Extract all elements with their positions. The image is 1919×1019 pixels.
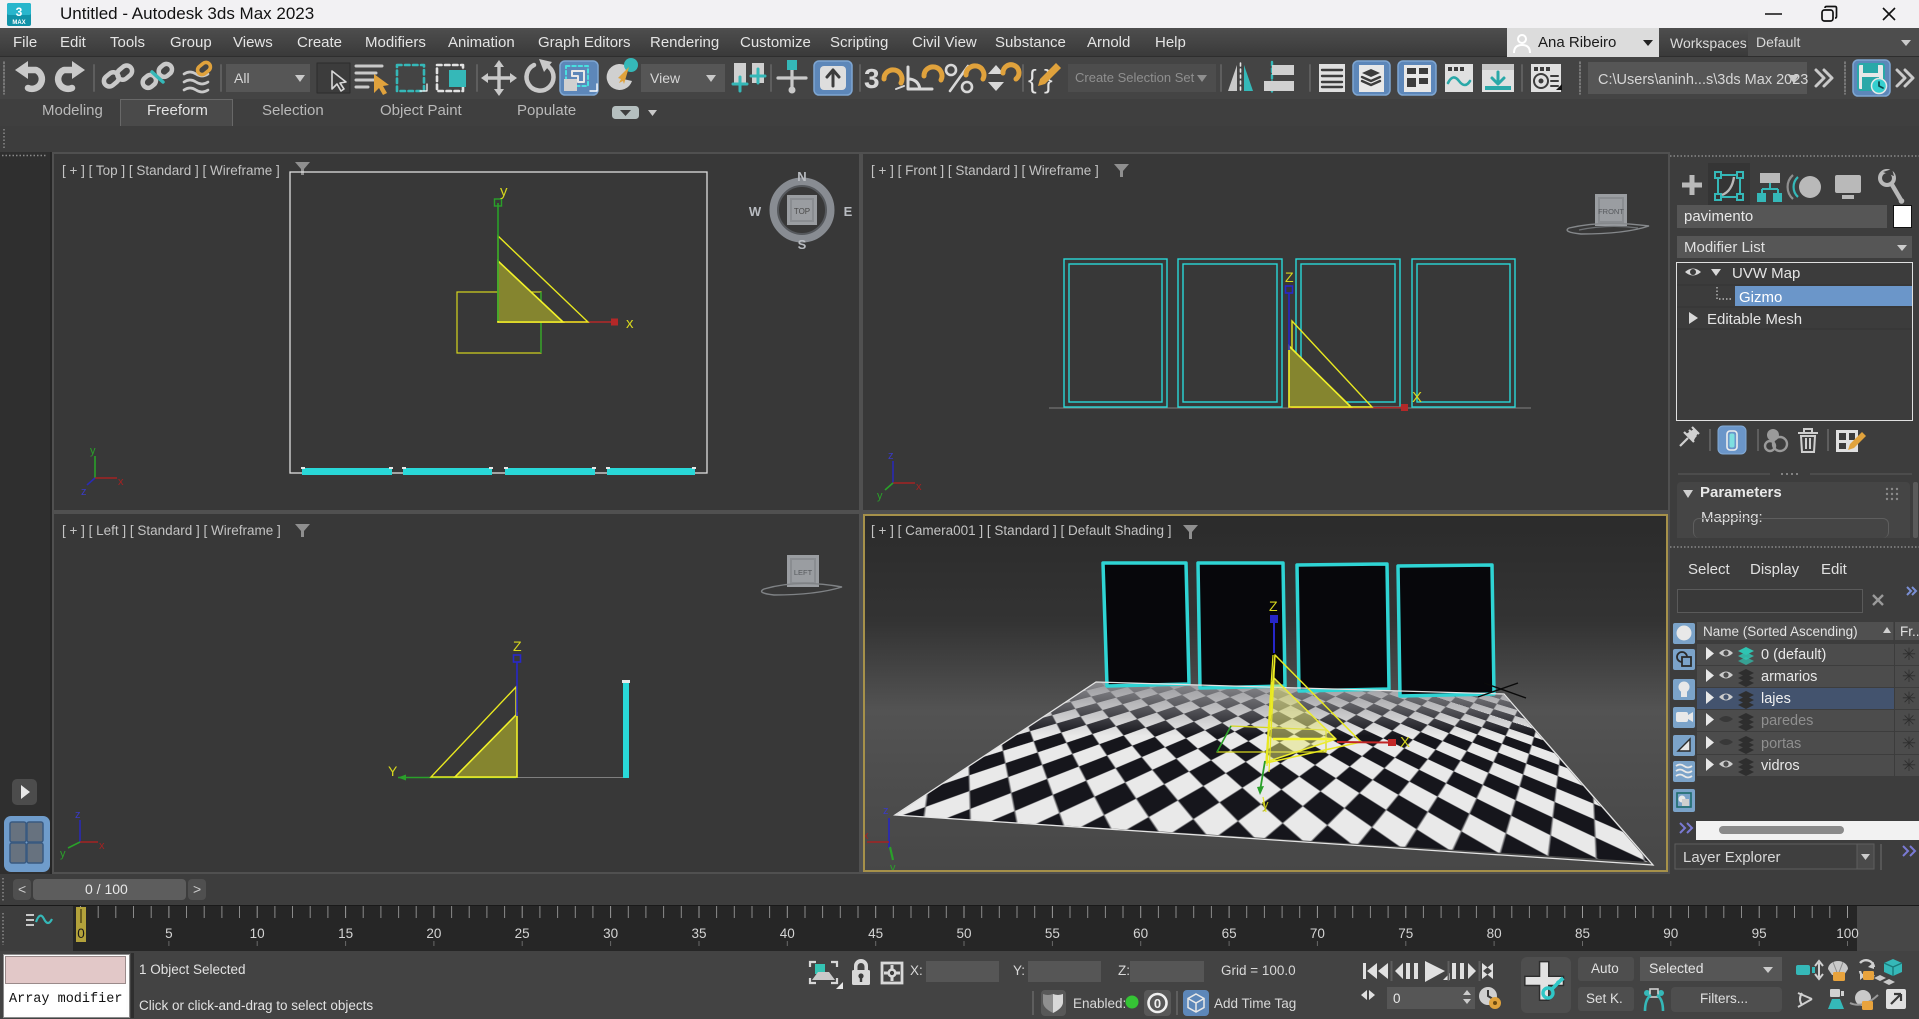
svg-text:Name (Sorted Ascending): Name (Sorted Ascending) <box>1703 624 1858 639</box>
svg-text:x: x <box>916 481 922 493</box>
svg-text:C:\Users\aninh...s\3ds Max 202: C:\Users\aninh...s\3ds Max 2023 <box>1598 72 1808 88</box>
svg-text:90: 90 <box>1663 926 1678 941</box>
svg-text:10: 10 <box>250 926 265 941</box>
svg-text:65: 65 <box>1222 926 1237 941</box>
svg-text:All: All <box>234 70 250 86</box>
svg-text:Fr...: Fr... <box>1900 624 1919 639</box>
svg-text:✳: ✳ <box>1902 667 1916 686</box>
svg-text:95: 95 <box>1752 926 1767 941</box>
svg-text:70: 70 <box>1310 926 1325 941</box>
svg-text:MAX: MAX <box>12 20 25 26</box>
svg-text:lajes: lajes <box>1761 691 1791 707</box>
svg-text:{: { <box>1028 64 1037 94</box>
svg-text:60: 60 <box>1133 926 1148 941</box>
svg-text:x: x <box>99 840 105 852</box>
svg-text:z: z <box>888 450 894 462</box>
svg-text:85: 85 <box>1575 926 1590 941</box>
svg-text:0: 0 <box>1154 996 1161 1011</box>
svg-text:W: W <box>749 204 762 219</box>
svg-text:✳: ✳ <box>1902 645 1916 664</box>
svg-text:Y: Y <box>388 763 398 779</box>
svg-text:25: 25 <box>515 926 530 941</box>
svg-text:100: 100 <box>1836 926 1859 941</box>
svg-text:TOP: TOP <box>794 207 810 216</box>
svg-text:Z: Z <box>1285 269 1294 285</box>
svg-text:S: S <box>798 237 807 252</box>
svg-text:20: 20 <box>426 926 441 941</box>
svg-text:Create Selection Set: Create Selection Set <box>1075 70 1195 85</box>
svg-text:0 (default): 0 (default) <box>1761 647 1826 663</box>
svg-text:✳: ✳ <box>1902 711 1916 730</box>
svg-text:y: y <box>90 445 96 457</box>
svg-text:y: y <box>500 183 508 200</box>
svg-text:E: E <box>844 204 853 219</box>
svg-text:y: y <box>877 490 883 502</box>
svg-text:40: 40 <box>780 926 795 941</box>
svg-text:FRONT: FRONT <box>1598 207 1624 216</box>
svg-text:vidros: vidros <box>1761 758 1800 774</box>
svg-text:75: 75 <box>1398 926 1413 941</box>
svg-text:Layer Explorer: Layer Explorer <box>1683 849 1781 866</box>
svg-text:35: 35 <box>691 926 706 941</box>
svg-text:0: 0 <box>77 926 85 941</box>
svg-text:45: 45 <box>868 926 883 941</box>
svg-text:Gizmo: Gizmo <box>1739 289 1782 306</box>
svg-text:30: 30 <box>603 926 618 941</box>
svg-text:y: y <box>60 848 66 860</box>
svg-text:✳: ✳ <box>1902 756 1916 775</box>
svg-text:✳: ✳ <box>1902 734 1916 753</box>
svg-text:armarios: armarios <box>1761 669 1817 685</box>
svg-text:x: x <box>118 476 124 488</box>
svg-text:z: z <box>81 486 87 498</box>
svg-text:X: X <box>1412 389 1422 406</box>
svg-text:N: N <box>797 169 806 184</box>
svg-text:z: z <box>75 809 81 821</box>
svg-text:paredes: paredes <box>1761 713 1813 729</box>
svg-text:Z: Z <box>513 638 522 654</box>
svg-text:x: x <box>626 315 634 332</box>
svg-text:Editable Mesh: Editable Mesh <box>1707 311 1802 328</box>
svg-text:Add Time Tag: Add Time Tag <box>1214 996 1296 1011</box>
svg-text:0: 0 <box>1393 991 1401 1006</box>
svg-text:5: 5 <box>165 926 173 941</box>
svg-text:LEFT: LEFT <box>794 568 813 577</box>
svg-text:15: 15 <box>338 926 353 941</box>
svg-text:3: 3 <box>864 63 880 94</box>
svg-text:UVW Map: UVW Map <box>1732 265 1800 282</box>
svg-text:Enabled:: Enabled: <box>1073 996 1126 1011</box>
svg-text:50: 50 <box>956 926 971 941</box>
svg-text:80: 80 <box>1487 926 1502 941</box>
svg-text:View: View <box>650 70 681 86</box>
svg-text:portas: portas <box>1761 736 1801 752</box>
svg-text:55: 55 <box>1045 926 1060 941</box>
svg-text:3: 3 <box>16 5 23 19</box>
svg-text:✳: ✳ <box>1902 689 1916 708</box>
